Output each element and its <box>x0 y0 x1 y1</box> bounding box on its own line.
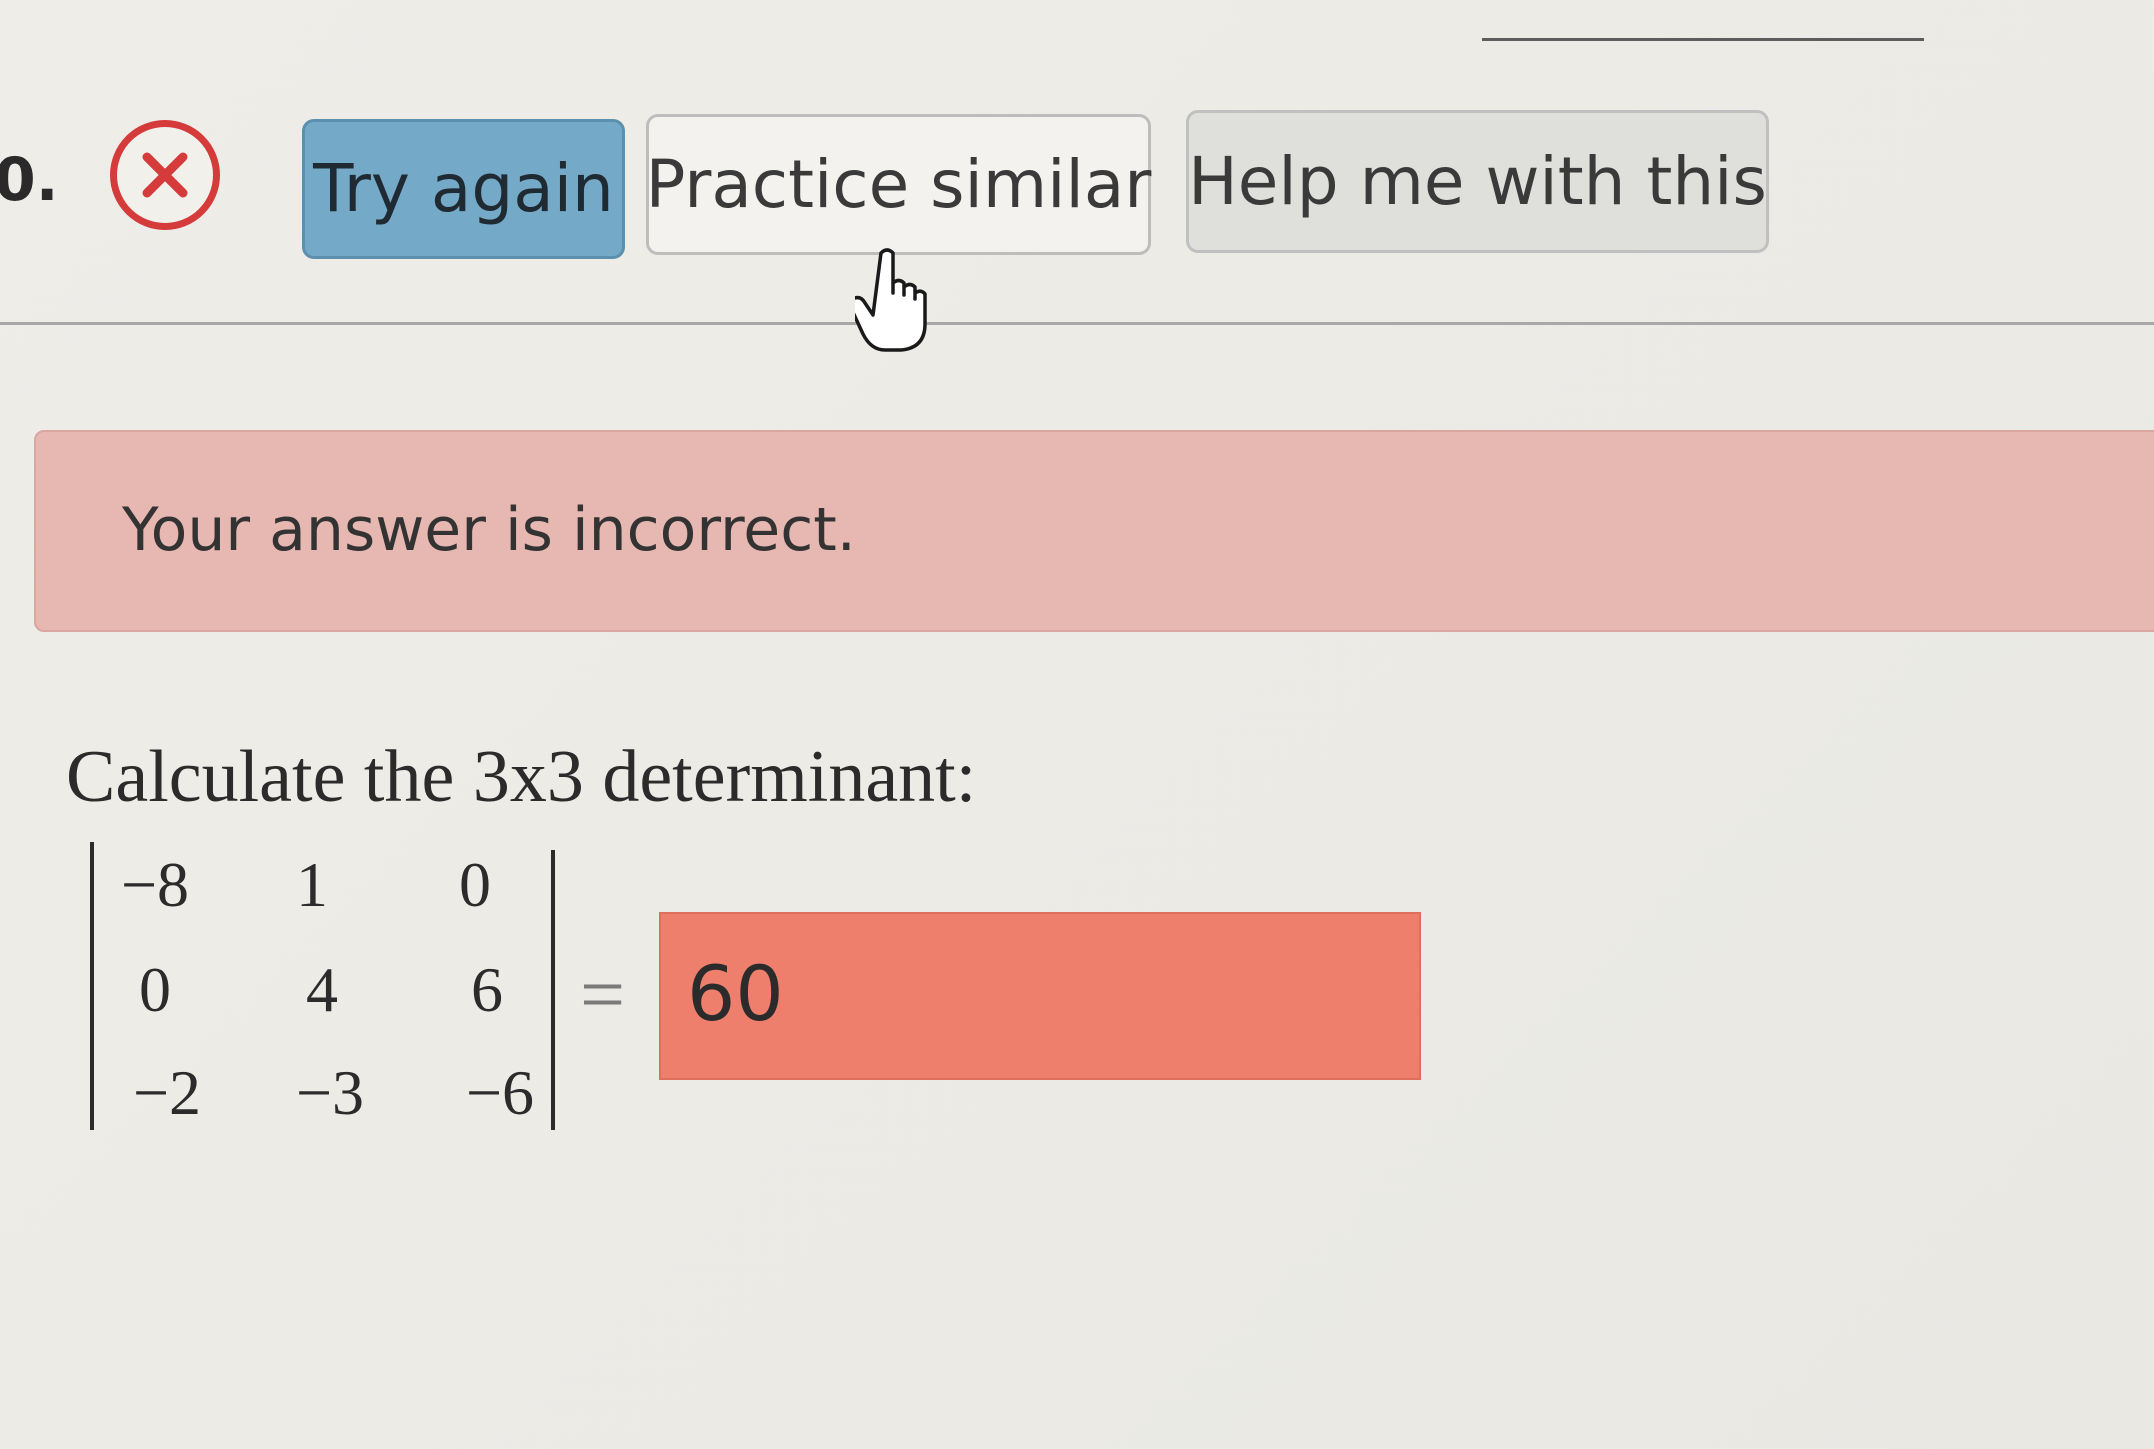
matrix-cell-r2c2: 4 <box>306 954 338 1025</box>
matrix-cell-r2c1: 0 <box>139 954 171 1025</box>
answer-input[interactable]: 60 <box>659 912 1421 1080</box>
question-number: 0. <box>0 145 59 215</box>
incorrect-x-icon <box>110 120 220 230</box>
top-rule <box>1482 38 1924 41</box>
matrix-cell-r3c1: −2 <box>132 1057 202 1128</box>
matrix-cell-r1c1: −8 <box>120 849 190 920</box>
feedback-message: Your answer is incorrect. <box>122 495 856 565</box>
help-me-button[interactable]: Help me with this <box>1186 110 1769 253</box>
equals-sign: = <box>580 951 626 1039</box>
answer-value: 60 <box>687 949 784 1038</box>
section-divider <box>0 322 2154 325</box>
determinant-left-bar <box>90 842 94 1130</box>
feedback-banner: Your answer is incorrect. <box>34 430 2154 632</box>
matrix-cell-r3c3: −6 <box>465 1057 535 1128</box>
try-again-button[interactable]: Try again <box>302 119 625 259</box>
practice-similar-button[interactable]: Practice similar <box>646 114 1151 255</box>
matrix-cell-r1c3: 0 <box>459 849 491 920</box>
matrix-cell-r2c3: 6 <box>471 954 503 1025</box>
matrix-cell-r1c2: 1 <box>296 849 328 920</box>
matrix-cell-r3c2: −3 <box>295 1057 365 1128</box>
question-prompt: Calculate the 3x3 determinant: <box>66 736 977 818</box>
hand-pointer-cursor-icon <box>848 245 935 359</box>
